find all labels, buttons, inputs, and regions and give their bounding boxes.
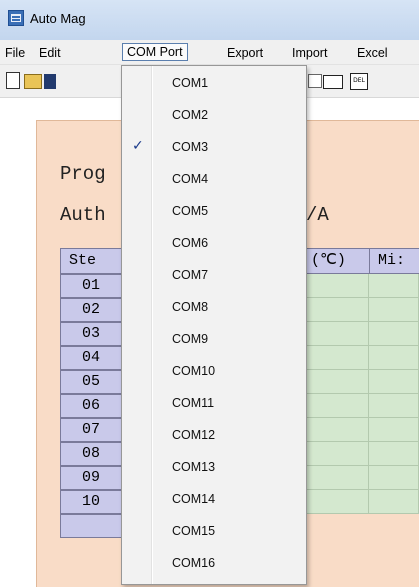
menu-item-label: COM16 bbox=[172, 556, 216, 570]
app-icon bbox=[8, 10, 24, 26]
menu-item-label: COM13 bbox=[172, 460, 216, 474]
data-cell[interactable] bbox=[369, 490, 419, 514]
check-icon: ✓ bbox=[132, 138, 144, 154]
step-cell[interactable]: 03 bbox=[60, 322, 122, 346]
step-cell[interactable]: 06 bbox=[60, 394, 122, 418]
menu-item-com12[interactable]: COM12 bbox=[122, 420, 306, 452]
menu-excel[interactable]: Excel bbox=[357, 44, 388, 62]
column-header-step: Ste bbox=[60, 248, 122, 274]
data-cell[interactable] bbox=[302, 370, 369, 394]
menu-item-label: COM6 bbox=[172, 236, 209, 250]
menu-item-com14[interactable]: COM14 bbox=[122, 484, 306, 516]
menu-item-label: COM10 bbox=[172, 364, 216, 378]
menu-item-label: COM9 bbox=[172, 332, 209, 346]
data-cell[interactable] bbox=[302, 322, 369, 346]
menu-item-com15[interactable]: COM15 bbox=[122, 516, 306, 548]
data-cell[interactable] bbox=[369, 298, 419, 322]
menu-item-label: COM11 bbox=[172, 396, 215, 410]
data-cell[interactable] bbox=[302, 466, 369, 490]
menu-item-label: COM14 bbox=[172, 492, 216, 506]
menu-item-com10[interactable]: COM10 bbox=[122, 356, 306, 388]
data-cell[interactable] bbox=[369, 370, 419, 394]
menu-bar: File Edit COM Port Export Import Excel bbox=[0, 40, 419, 65]
data-cell[interactable] bbox=[369, 442, 419, 466]
step-cell[interactable]: 04 bbox=[60, 346, 122, 370]
data-cell[interactable] bbox=[369, 274, 419, 298]
menu-item-com6[interactable]: COM6 bbox=[122, 228, 306, 260]
menu-item-label: COM4 bbox=[172, 172, 209, 186]
menu-item-com16[interactable]: COM16 bbox=[122, 548, 306, 580]
step-cell[interactable]: 08 bbox=[60, 442, 122, 466]
new-document-icon[interactable] bbox=[6, 72, 20, 89]
rectangle-icon[interactable] bbox=[323, 75, 343, 89]
step-cell[interactable]: 02 bbox=[60, 298, 122, 322]
data-cell[interactable] bbox=[302, 442, 369, 466]
menu-item-label: COM7 bbox=[172, 268, 209, 282]
step-cell[interactable]: 01 bbox=[60, 274, 122, 298]
column-header-temperature: (℃) bbox=[302, 248, 370, 274]
menu-import[interactable]: Import bbox=[292, 44, 327, 62]
com-port-dropdown: COM1 COM2 ✓ COM3 COM4 COM5 COM6 COM7 COM… bbox=[121, 65, 307, 585]
step-cell[interactable] bbox=[60, 514, 122, 538]
menu-file[interactable]: File bbox=[5, 44, 25, 62]
data-cell[interactable] bbox=[369, 466, 419, 490]
menu-item-com4[interactable]: COM4 bbox=[122, 164, 306, 196]
save-disk-icon[interactable] bbox=[44, 74, 56, 89]
menu-item-com11[interactable]: COM11 bbox=[122, 388, 306, 420]
data-cell[interactable] bbox=[369, 418, 419, 442]
author-value: /A bbox=[306, 204, 329, 226]
column-header-mix: Mi: bbox=[369, 248, 419, 274]
menu-item-label: COM8 bbox=[172, 300, 209, 314]
menu-item-label: COM5 bbox=[172, 204, 209, 218]
data-cell[interactable] bbox=[369, 346, 419, 370]
open-folder-icon[interactable] bbox=[24, 74, 42, 89]
data-cell[interactable] bbox=[302, 490, 369, 514]
delete-icon[interactable]: DEL bbox=[350, 73, 368, 90]
menu-export[interactable]: Export bbox=[227, 44, 263, 62]
step-cell[interactable]: 09 bbox=[60, 466, 122, 490]
data-cell[interactable] bbox=[369, 322, 419, 346]
menu-item-label: COM2 bbox=[172, 108, 209, 122]
step-cell[interactable]: 07 bbox=[60, 418, 122, 442]
menu-item-com5[interactable]: COM5 bbox=[122, 196, 306, 228]
menu-edit[interactable]: Edit bbox=[39, 44, 61, 62]
menu-item-com9[interactable]: COM9 bbox=[122, 324, 306, 356]
program-label: Prog bbox=[60, 163, 106, 185]
image-icon[interactable] bbox=[308, 74, 322, 88]
step-cell[interactable]: 10 bbox=[60, 490, 122, 514]
step-cell[interactable]: 05 bbox=[60, 370, 122, 394]
author-label: Auth bbox=[60, 204, 106, 226]
data-cell[interactable] bbox=[302, 298, 369, 322]
menu-item-label: COM3 bbox=[172, 140, 209, 154]
menu-item-label: COM1 bbox=[172, 76, 209, 90]
menu-item-label: COM15 bbox=[172, 524, 216, 538]
menu-com-port[interactable]: COM Port bbox=[122, 43, 188, 61]
menu-item-com13[interactable]: COM13 bbox=[122, 452, 306, 484]
menu-item-com8[interactable]: COM8 bbox=[122, 292, 306, 324]
menu-item-label: COM12 bbox=[172, 428, 216, 442]
window-title: Auto Mag bbox=[30, 11, 86, 26]
data-cell[interactable] bbox=[369, 394, 419, 418]
menu-item-com1[interactable]: COM1 bbox=[122, 68, 306, 100]
menu-item-com3[interactable]: ✓ COM3 bbox=[122, 132, 306, 164]
data-cell[interactable] bbox=[302, 394, 369, 418]
data-cell[interactable] bbox=[302, 418, 369, 442]
data-cell[interactable] bbox=[302, 274, 369, 298]
title-bar: Auto Mag bbox=[0, 0, 419, 40]
menu-item-com7[interactable]: COM7 bbox=[122, 260, 306, 292]
menu-item-com2[interactable]: COM2 bbox=[122, 100, 306, 132]
data-cell[interactable] bbox=[302, 346, 369, 370]
